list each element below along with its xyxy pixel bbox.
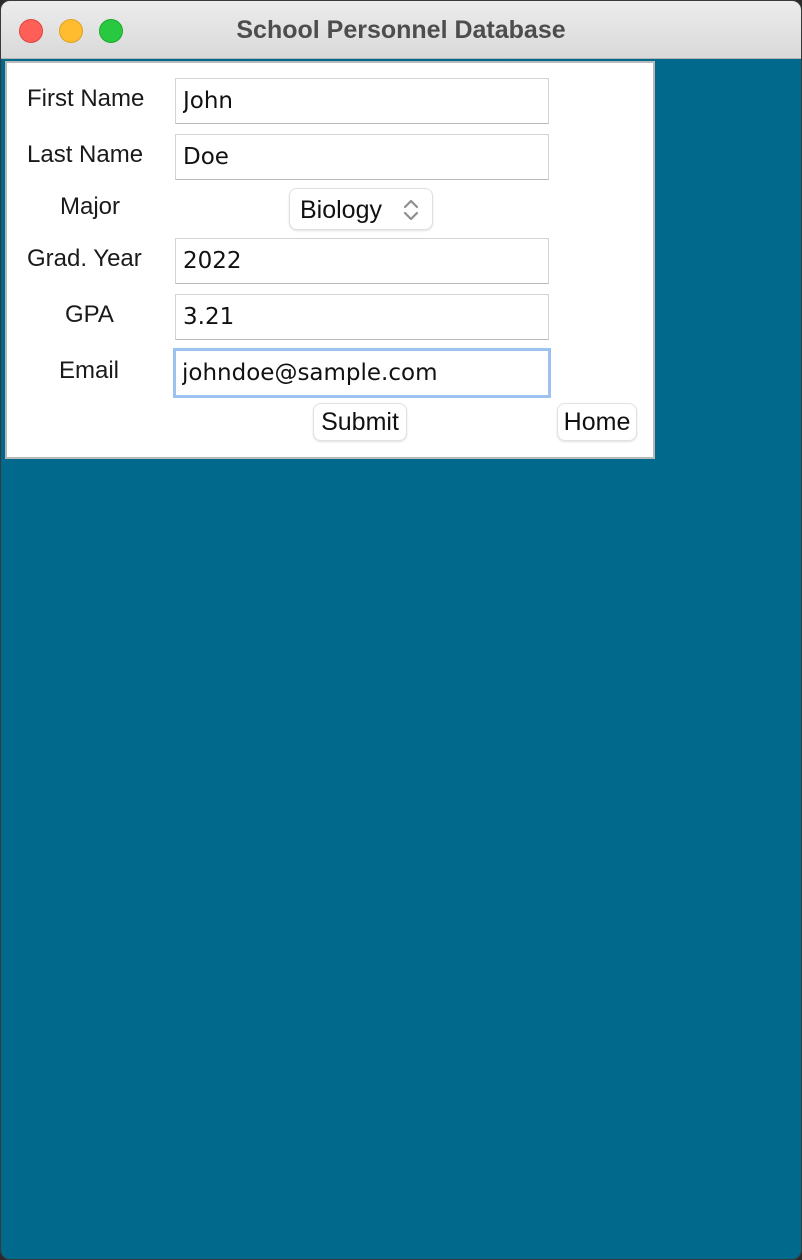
- last-name-label: Last Name: [27, 141, 144, 168]
- grad-year-label: Grad. Year: [27, 245, 142, 272]
- app-window: School Personnel Database First Name Las…: [0, 0, 802, 1260]
- submit-button[interactable]: Submit: [313, 403, 407, 441]
- form-panel: First Name Last Name Major Biology Grad.…: [5, 61, 655, 459]
- major-selected-value: Biology: [300, 196, 382, 224]
- window-title: School Personnel Database: [236, 16, 566, 44]
- home-button[interactable]: Home: [557, 403, 637, 441]
- up-down-chevron-icon: [401, 194, 421, 226]
- email-field[interactable]: [173, 348, 551, 398]
- grad-year-field[interactable]: [175, 238, 549, 284]
- title-bar[interactable]: School Personnel Database: [1, 1, 801, 59]
- gpa-field[interactable]: [175, 294, 549, 340]
- last-name-field[interactable]: [175, 134, 549, 180]
- major-select[interactable]: Biology: [289, 188, 433, 230]
- gpa-label: GPA: [65, 301, 114, 328]
- major-label: Major: [60, 193, 121, 220]
- email-label: Email: [59, 357, 120, 384]
- first-name-label: First Name: [27, 85, 145, 112]
- first-name-field[interactable]: [175, 78, 549, 124]
